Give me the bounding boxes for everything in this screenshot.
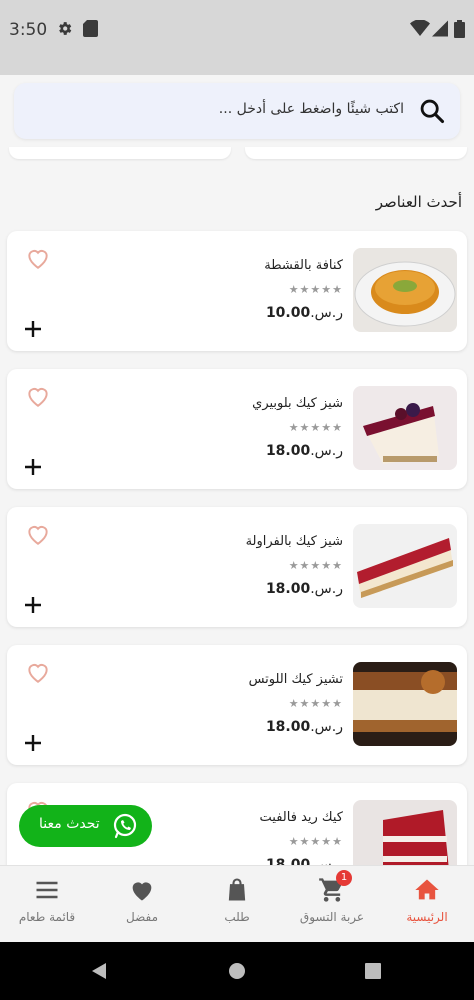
product-currency: ر.س. xyxy=(310,719,343,735)
product-image-kunafa xyxy=(353,248,457,332)
product-rating: ★★★★★ xyxy=(288,835,343,848)
nav-item-menu[interactable]: قائمة طعام xyxy=(0,876,94,936)
product-rating: ★★★★★ xyxy=(288,283,343,296)
system-navigation-bar xyxy=(0,942,474,1000)
product-card[interactable]: شيز كيك بالفراولة ★★★★★ ر.س.18.00 xyxy=(7,507,467,627)
main-content: اكتب شيئًا واضغط على أدخل ... أحدث العنا… xyxy=(0,75,474,865)
nav-item-home[interactable]: الرئيسية xyxy=(380,876,474,936)
section-title: أحدث العناصر xyxy=(375,193,462,211)
nav-item-favorites[interactable]: مفضل xyxy=(95,876,189,936)
cart-count-badge: 1 xyxy=(336,870,352,886)
back-icon[interactable] xyxy=(90,962,108,980)
nav-item-cart[interactable]: 1 عربة التسوق xyxy=(285,870,379,936)
status-bar: 3:50 xyxy=(0,0,474,75)
search-placeholder[interactable]: اكتب شيئًا واضغط على أدخل ... xyxy=(219,101,404,117)
nav-label-cart[interactable]: عربة التسوق xyxy=(285,910,379,924)
add-to-cart-plus-icon[interactable] xyxy=(23,595,43,615)
product-image-lotus-cheesecake xyxy=(353,662,457,746)
sd-card-icon xyxy=(83,20,98,37)
product-price-value: 18.00 xyxy=(265,719,311,735)
nav-label-favorites[interactable]: مفضل xyxy=(95,910,189,924)
add-to-cart-plus-icon[interactable] xyxy=(23,319,43,339)
category-card-stub[interactable] xyxy=(9,147,231,159)
product-image-blueberry-cheesecake xyxy=(353,386,457,470)
add-to-cart-plus-icon[interactable] xyxy=(23,457,43,477)
shopping-bag-icon[interactable] xyxy=(223,876,251,904)
nav-item-orders[interactable]: طلب xyxy=(190,876,284,936)
settings-icon xyxy=(59,22,72,35)
product-name[interactable]: كنافة بالقشطة xyxy=(264,258,343,273)
product-card[interactable]: شيز كيك بلوبيري ★★★★★ ر.س.18.00 xyxy=(7,369,467,489)
home-circle-icon[interactable] xyxy=(228,962,246,980)
search-bar[interactable]: اكتب شيئًا واضغط على أدخل ... xyxy=(14,83,460,139)
product-name[interactable]: كيك ريد فالفيت xyxy=(260,810,343,825)
home-icon[interactable] xyxy=(413,876,441,904)
product-card[interactable]: كنافة بالقشطة ★★★★★ ر.س.10.00 xyxy=(7,231,467,351)
product-price: ر.س.18.00 xyxy=(266,719,343,735)
favorite-heart-icon[interactable] xyxy=(25,383,51,409)
nav-label-orders[interactable]: طلب xyxy=(190,910,284,924)
favorite-heart-icon[interactable] xyxy=(25,521,51,547)
wifi-icon xyxy=(410,20,430,36)
category-card-stub[interactable] xyxy=(245,147,467,159)
product-currency: ر.س. xyxy=(310,305,343,321)
whatsapp-icon[interactable] xyxy=(112,813,138,839)
product-rating: ★★★★★ xyxy=(288,697,343,710)
whatsapp-label[interactable]: تحدث معنا xyxy=(39,816,100,832)
product-price-value: 18.00 xyxy=(265,581,311,597)
product-price-value: 18.00 xyxy=(265,443,311,459)
category-cards-edge xyxy=(0,147,474,161)
whatsapp-chat-button[interactable]: تحدث معنا xyxy=(19,805,152,847)
status-time: 3:50 xyxy=(9,20,48,40)
product-rating: ★★★★★ xyxy=(288,421,343,434)
favorite-heart-icon[interactable] xyxy=(25,659,51,685)
product-card[interactable]: تشيز كيك اللوتس ★★★★★ ر.س.18.00 xyxy=(7,645,467,765)
heart-icon[interactable] xyxy=(128,876,156,904)
product-price: ر.س.18.00 xyxy=(266,443,343,459)
product-price: ر.س.18.00 xyxy=(266,581,343,597)
product-price: ر.س.18.00 xyxy=(266,857,343,865)
product-image-strawberry-cheesecake xyxy=(353,524,457,608)
nav-label-home[interactable]: الرئيسية xyxy=(380,910,474,924)
product-price-value: 10.00 xyxy=(265,305,311,321)
menu-list-icon[interactable] xyxy=(33,876,61,904)
product-price-value: 18.00 xyxy=(265,857,311,865)
search-icon[interactable] xyxy=(418,97,446,125)
product-image-red-velvet-cake xyxy=(353,800,457,865)
product-currency: ر.س. xyxy=(310,857,343,865)
product-currency: ر.س. xyxy=(310,581,343,597)
bottom-navigation: الرئيسية 1 عربة التسوق طلب مفضل قائمة طع… xyxy=(0,865,474,943)
favorite-heart-icon[interactable] xyxy=(25,245,51,271)
cell-signal-icon xyxy=(432,20,448,37)
product-name[interactable]: تشيز كيك اللوتس xyxy=(249,672,343,687)
battery-icon xyxy=(454,20,465,38)
product-price: ر.س.10.00 xyxy=(266,305,343,321)
add-to-cart-plus-icon[interactable] xyxy=(23,733,43,753)
product-name[interactable]: شيز كيك بلوبيري xyxy=(252,396,343,411)
recents-icon[interactable] xyxy=(365,963,381,979)
product-name[interactable]: شيز كيك بالفراولة xyxy=(246,534,343,549)
nav-label-menu[interactable]: قائمة طعام xyxy=(0,910,94,924)
product-currency: ر.س. xyxy=(310,443,343,459)
product-rating: ★★★★★ xyxy=(288,559,343,572)
